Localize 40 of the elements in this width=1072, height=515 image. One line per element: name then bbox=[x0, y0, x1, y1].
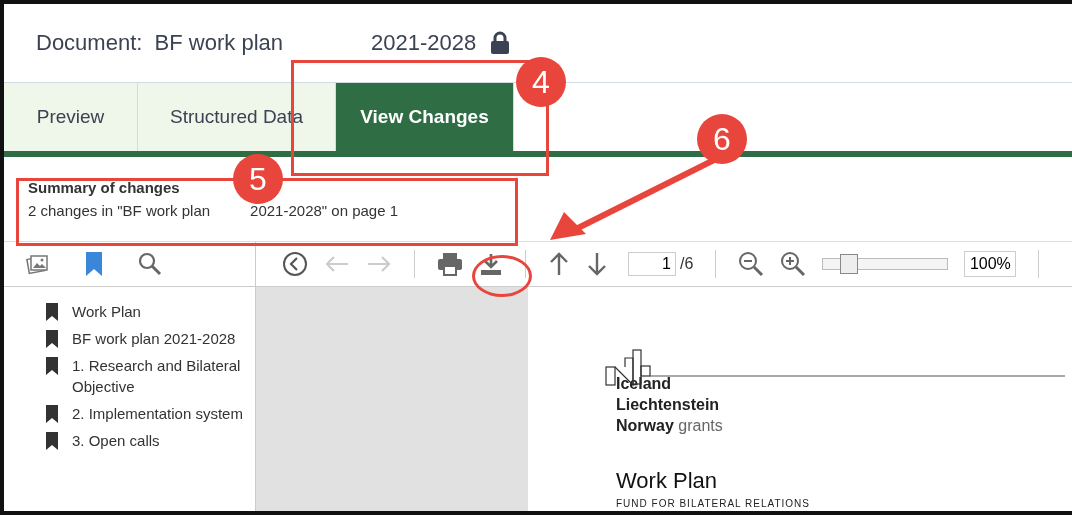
bookmark-icon bbox=[46, 432, 58, 450]
bookmark-icon bbox=[46, 330, 58, 348]
highlight-ring bbox=[472, 255, 532, 297]
logo-text: Norway bbox=[616, 417, 674, 434]
page-number-field[interactable]: 1 bbox=[628, 252, 676, 276]
bookmark-icon bbox=[46, 357, 58, 375]
bookmark-icon bbox=[46, 303, 58, 321]
bookmark-item[interactable]: 2. Implementation system bbox=[72, 403, 252, 424]
page-subtitle: FUND FOR BILATERAL RELATIONS bbox=[616, 498, 811, 509]
print-icon[interactable] bbox=[437, 252, 463, 276]
tab[interactable]: Preview bbox=[4, 83, 138, 151]
bookmark-icon bbox=[46, 405, 58, 423]
up-arrow-icon[interactable] bbox=[548, 251, 570, 277]
document-title: Document: BF work plan bbox=[36, 30, 283, 56]
zoom-out-icon[interactable] bbox=[738, 251, 765, 277]
bookmark-item[interactable]: Work Plan bbox=[72, 301, 252, 322]
summary-text: 2021-2028" on page 1 bbox=[250, 202, 399, 219]
back-icon[interactable] bbox=[282, 251, 308, 277]
slider-thumb[interactable] bbox=[840, 254, 859, 274]
down-arrow-icon[interactable] bbox=[586, 251, 608, 277]
callout-badge: 6 bbox=[697, 114, 747, 164]
page-title: Work Plan bbox=[616, 468, 719, 494]
summary-text: 2 changes in "BF work plan bbox=[28, 202, 211, 219]
tab[interactable]: View Changes bbox=[336, 83, 514, 151]
download-icon[interactable] bbox=[479, 252, 503, 276]
bookmark-icon[interactable] bbox=[84, 251, 104, 277]
zoom-field[interactable]: 100% bbox=[964, 251, 1017, 277]
logo-text: Iceland bbox=[616, 374, 673, 394]
thumbnails-icon[interactable] bbox=[26, 253, 50, 275]
document-period: 2021-2028 bbox=[371, 30, 477, 56]
callout-badge: 4 bbox=[516, 57, 566, 107]
search-icon[interactable] bbox=[138, 252, 162, 276]
zoom-in-icon[interactable] bbox=[780, 251, 807, 277]
bookmark-item[interactable]: BF work plan 2021-2028 bbox=[72, 328, 252, 349]
bookmark-item[interactable]: 1. Research and Bilateral Objective bbox=[72, 355, 252, 397]
logo-text: grants bbox=[678, 417, 723, 434]
page-count: /6 bbox=[680, 255, 694, 273]
bookmark-item[interactable]: 3. Open calls bbox=[72, 430, 252, 451]
callout-badge: 5 bbox=[233, 154, 283, 204]
logo-text: Liechtenstein bbox=[616, 395, 721, 415]
